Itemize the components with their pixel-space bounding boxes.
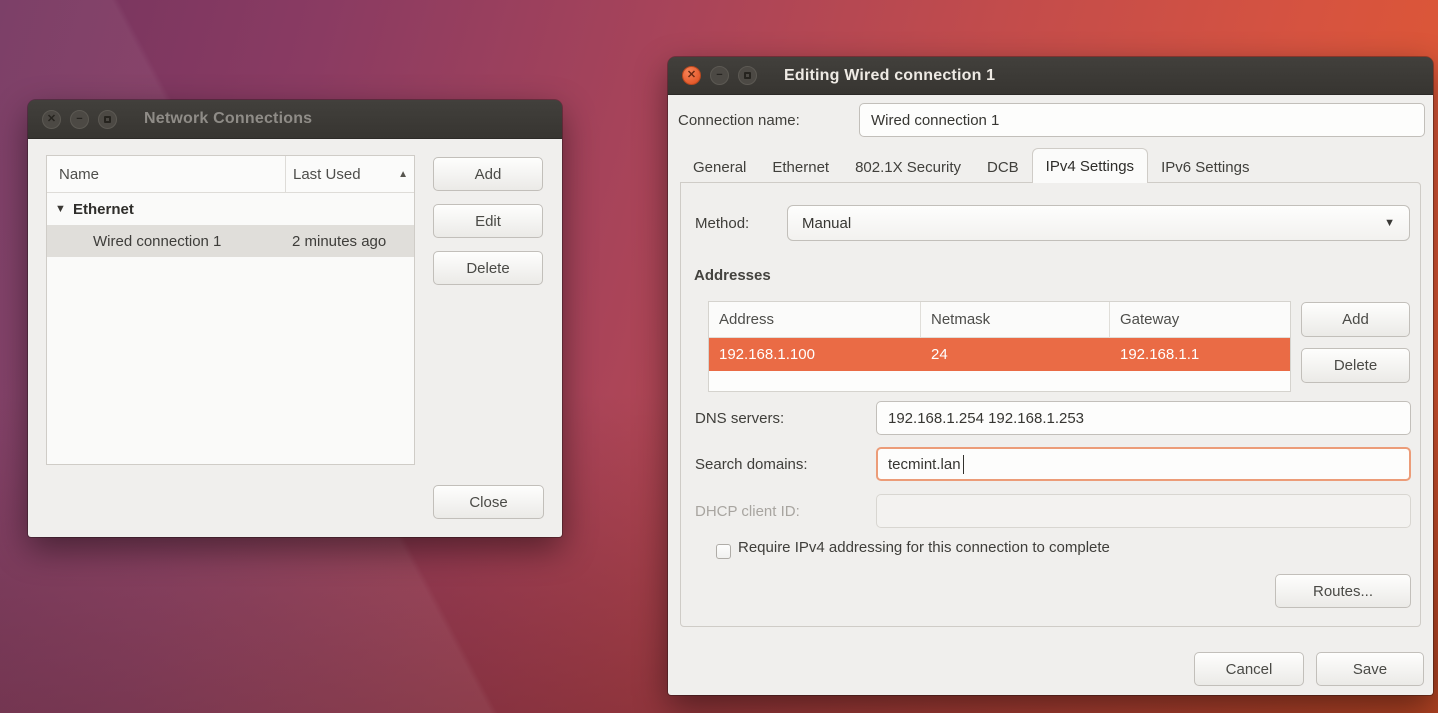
chevron-down-icon: ▼ [1384, 217, 1395, 229]
delete-button[interactable]: Delete [433, 251, 543, 285]
sort-ascending-icon: ▲ [398, 169, 408, 180]
list-header: Name Last Used ▲ [47, 156, 414, 193]
header-netmask[interactable]: Netmask [921, 302, 1110, 337]
header-address[interactable]: Address [709, 302, 921, 337]
address-delete-button[interactable]: Delete [1301, 348, 1410, 383]
connection-row-wired-1[interactable]: Wired connection 1 2 minutes ago [47, 225, 414, 257]
maximize-icon[interactable] [98, 110, 117, 129]
desktop-wallpaper: ✕ − Network Connections Name Last Used ▲… [0, 0, 1438, 713]
add-button[interactable]: Add [433, 157, 543, 191]
network-connections-titlebar[interactable]: ✕ − Network Connections [28, 100, 562, 139]
expander-icon[interactable]: ▼ [55, 203, 66, 215]
addresses-table: Address Netmask Gateway 192.168.1.100 24… [708, 301, 1291, 392]
require-ipv4-checkbox[interactable] [716, 544, 731, 559]
window-title: Network Connections [144, 110, 312, 128]
cancel-button[interactable]: Cancel [1194, 652, 1304, 686]
maximize-square-glyph [744, 72, 751, 79]
close-icon[interactable]: ✕ [682, 66, 701, 85]
tab-general[interactable]: General [680, 151, 759, 183]
connection-name-value: Wired connection 1 [871, 112, 999, 129]
routes-button[interactable]: Routes... [1275, 574, 1411, 608]
maximize-icon[interactable] [738, 66, 757, 85]
minimize-icon[interactable]: − [70, 110, 89, 129]
connection-name-label: Connection name: [678, 103, 800, 137]
address-cell: 192.168.1.100 [709, 338, 921, 371]
tab-ethernet[interactable]: Ethernet [759, 151, 842, 183]
connection-name-cell: Wired connection 1 [93, 233, 221, 250]
netmask-cell: 24 [921, 338, 1110, 371]
window-title: Editing Wired connection 1 [784, 67, 995, 85]
dhcp-client-id-label: DHCP client ID: [695, 494, 800, 528]
edit-connection-body: Connection name: Wired connection 1 Gene… [668, 95, 1433, 695]
method-dropdown[interactable]: Manual ▼ [787, 205, 1410, 241]
maximize-square-glyph [104, 116, 111, 123]
close-button[interactable]: Close [433, 485, 544, 519]
dhcp-client-id-input [876, 494, 1411, 528]
column-header-name[interactable]: Name [47, 156, 286, 192]
network-connections-window: ✕ − Network Connections Name Last Used ▲… [28, 100, 562, 537]
network-connections-body: Name Last Used ▲ ▼ Ethernet Wired connec… [28, 139, 562, 537]
edit-connection-window: ✕ − Editing Wired connection 1 Connectio… [668, 57, 1433, 695]
addresses-table-header: Address Netmask Gateway [709, 302, 1290, 338]
ethernet-group-row[interactable]: ▼ Ethernet [47, 193, 414, 225]
search-domains-value: tecmint.lan [888, 456, 961, 473]
column-header-last-used[interactable]: Last Used ▲ [286, 156, 414, 192]
tab-ipv4-settings[interactable]: IPv4 Settings [1032, 148, 1148, 183]
connection-name-input[interactable]: Wired connection 1 [859, 103, 1425, 137]
edit-connection-titlebar[interactable]: ✕ − Editing Wired connection 1 [668, 57, 1433, 95]
dns-servers-value: 192.168.1.254 192.168.1.253 [888, 410, 1084, 427]
dns-servers-label: DNS servers: [695, 401, 784, 435]
group-label: Ethernet [73, 201, 134, 218]
require-ipv4-checkbox-label: Require IPv4 addressing for this connect… [738, 539, 1110, 556]
edit-button[interactable]: Edit [433, 204, 543, 238]
address-add-button[interactable]: Add [1301, 302, 1410, 337]
addresses-section-label: Addresses [694, 267, 771, 284]
connections-list: Name Last Used ▲ ▼ Ethernet Wired connec… [46, 155, 415, 465]
column-header-last-used-label: Last Used [293, 166, 361, 183]
address-row-selected[interactable]: 192.168.1.100 24 192.168.1.1 [709, 338, 1290, 371]
tab-8021x-security[interactable]: 802.1X Security [842, 151, 974, 183]
method-label: Method: [695, 205, 749, 241]
method-value: Manual [802, 215, 851, 232]
search-domains-label: Search domains: [695, 447, 808, 481]
save-button[interactable]: Save [1316, 652, 1424, 686]
settings-tabs: General Ethernet 802.1X Security DCB IPv… [680, 148, 1262, 183]
dns-servers-input[interactable]: 192.168.1.254 192.168.1.253 [876, 401, 1411, 435]
gateway-cell: 192.168.1.1 [1110, 338, 1290, 371]
search-domains-input[interactable]: tecmint.lan [876, 447, 1411, 481]
ipv4-settings-panel: Method: Manual ▼ Addresses Address Netma… [680, 182, 1421, 627]
close-icon[interactable]: ✕ [42, 110, 61, 129]
tab-ipv6-settings[interactable]: IPv6 Settings [1148, 151, 1262, 183]
tab-dcb[interactable]: DCB [974, 151, 1032, 183]
text-caret [963, 455, 965, 474]
connection-last-used-cell: 2 minutes ago [292, 233, 386, 250]
header-gateway[interactable]: Gateway [1110, 302, 1290, 337]
minimize-icon[interactable]: − [710, 66, 729, 85]
